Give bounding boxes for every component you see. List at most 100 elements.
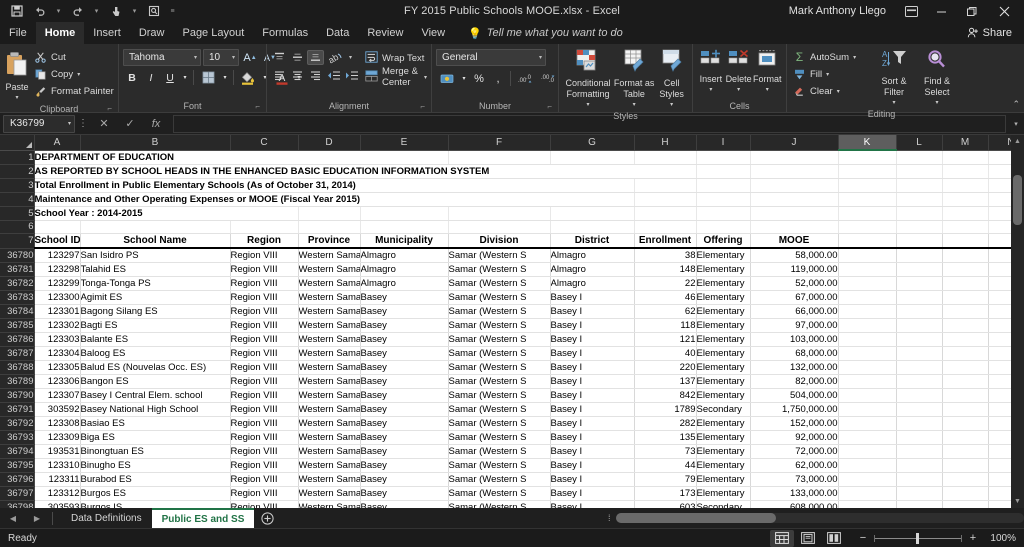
number-format-dropdown-icon[interactable]: ▾ [535, 54, 542, 61]
row-header[interactable]: 1 [0, 150, 35, 165]
cell[interactable]: Agimit ES [80, 290, 231, 305]
sheet-tab-data-definitions[interactable]: Data Definitions [61, 508, 152, 528]
undo-icon[interactable] [29, 1, 50, 21]
cell[interactable]: Elementary [696, 486, 751, 501]
column-header-J[interactable]: J [750, 135, 839, 151]
cell[interactable] [942, 248, 989, 263]
align-middle-icon[interactable] [289, 50, 306, 65]
cell-title[interactable]: DEPARTMENT OF EDUCATION [34, 150, 449, 165]
tab-review[interactable]: Review [358, 22, 412, 44]
underline-dropdown-icon[interactable]: ▾ [180, 69, 190, 86]
cell[interactable]: Samar (Western S [448, 444, 551, 459]
cell[interactable]: Region VIII [230, 472, 299, 487]
cell[interactable] [298, 206, 361, 221]
cell[interactable]: Almagro [360, 248, 449, 263]
find-select-button[interactable]: Find & Select ▾ [915, 48, 959, 109]
page-break-preview-button[interactable] [822, 530, 846, 547]
page-layout-view-button[interactable] [796, 530, 820, 547]
cell[interactable] [750, 164, 839, 179]
cell[interactable] [838, 388, 897, 403]
percent-style-icon[interactable]: % [470, 70, 488, 87]
cell[interactable] [896, 164, 943, 179]
cell[interactable] [360, 206, 449, 221]
cell[interactable]: 72,000.00 [750, 444, 839, 459]
cell[interactable]: Basey I [550, 486, 635, 501]
cell[interactable]: 504,000.00 [750, 388, 839, 403]
align-right-icon[interactable] [307, 68, 324, 83]
cell[interactable]: Elementary [696, 332, 751, 347]
cell-title[interactable]: School Year : 2014-2015 [34, 206, 299, 221]
cell[interactable]: Region VIII [230, 402, 299, 417]
cell[interactable] [942, 318, 989, 333]
cell[interactable]: 123305 [34, 360, 81, 375]
cell[interactable]: 123297 [34, 248, 81, 263]
cell[interactable] [942, 430, 989, 445]
accounting-format-icon[interactable] [436, 70, 458, 87]
cell[interactable]: Basey [360, 374, 449, 389]
cell[interactable]: 52,000.00 [750, 276, 839, 291]
zoom-in-button[interactable]: + [968, 532, 978, 544]
vertical-scroll-thumb[interactable] [1013, 175, 1022, 225]
font-size-input[interactable]: 10 ▾ [203, 49, 239, 66]
cell[interactable] [942, 444, 989, 459]
cell[interactable] [838, 360, 897, 375]
cell[interactable]: Basey I [550, 458, 635, 473]
cell[interactable] [942, 486, 989, 501]
copy-dropdown-icon[interactable]: ▾ [77, 71, 80, 78]
cell[interactable]: Elementary [696, 360, 751, 375]
orientation-dropdown-icon[interactable]: ▾ [346, 50, 355, 65]
scroll-down-icon[interactable]: ▼ [1011, 495, 1024, 508]
cell[interactable]: Basey I [550, 430, 635, 445]
save-icon[interactable] [6, 1, 27, 21]
row-header[interactable]: 6 [0, 220, 35, 234]
collapse-ribbon-icon[interactable]: ⌃ [1012, 99, 1020, 110]
cell[interactable]: Region VIII [230, 416, 299, 431]
cell[interactable] [942, 276, 989, 291]
cell[interactable]: 123301 [34, 304, 81, 319]
cell[interactable] [696, 206, 751, 221]
cell[interactable]: Basey [360, 430, 449, 445]
cell[interactable]: Western Samar [298, 262, 361, 277]
scroll-grip-icon[interactable]: ⁞ [604, 513, 616, 523]
cell[interactable] [896, 318, 943, 333]
cell[interactable]: Basey I [550, 500, 635, 508]
cell[interactable]: 135 [634, 430, 697, 445]
cell[interactable] [298, 220, 361, 234]
cell[interactable]: Basey I [550, 388, 635, 403]
number-format-select[interactable]: General ▾ [436, 49, 546, 66]
cell[interactable] [896, 472, 943, 487]
row-header[interactable]: 36781 [0, 262, 35, 277]
column-header-F[interactable]: F [448, 135, 551, 151]
horizontal-scroll-area[interactable]: ⁞ [604, 513, 1024, 523]
font-name-dropdown-icon[interactable]: ▾ [190, 54, 197, 61]
cell[interactable]: 62 [634, 304, 697, 319]
cell[interactable]: 68,000.00 [750, 346, 839, 361]
cell[interactable] [838, 472, 897, 487]
row-header[interactable]: 5 [0, 206, 35, 221]
touch-mode-icon[interactable] [105, 1, 126, 21]
cell[interactable]: 38 [634, 248, 697, 263]
cell[interactable] [448, 206, 551, 221]
cell[interactable]: Samar (Western S [448, 374, 551, 389]
cell[interactable] [230, 220, 299, 234]
cell[interactable]: Region VIII [230, 374, 299, 389]
cell[interactable] [34, 220, 81, 234]
cell[interactable] [896, 262, 943, 277]
cell[interactable]: Elementary [696, 444, 751, 459]
cell[interactable] [896, 416, 943, 431]
cell[interactable] [896, 444, 943, 459]
cell[interactable] [838, 444, 897, 459]
align-bottom-icon[interactable] [307, 50, 324, 65]
cell[interactable] [634, 178, 697, 193]
cell[interactable]: Western Samar [298, 360, 361, 375]
cell[interactable]: Western Samar [298, 318, 361, 333]
undo-dropdown-icon[interactable]: ▾ [52, 1, 65, 21]
cell[interactable] [896, 332, 943, 347]
cell[interactable] [838, 220, 897, 234]
cell[interactable] [750, 220, 839, 234]
alignment-dialog-launcher-icon[interactable]: ⌐ [420, 102, 425, 111]
cell[interactable]: Western Samar [298, 290, 361, 305]
cell[interactable]: Region VIII [230, 290, 299, 305]
cell[interactable] [634, 150, 697, 165]
cell[interactable]: Western Samar [298, 402, 361, 417]
